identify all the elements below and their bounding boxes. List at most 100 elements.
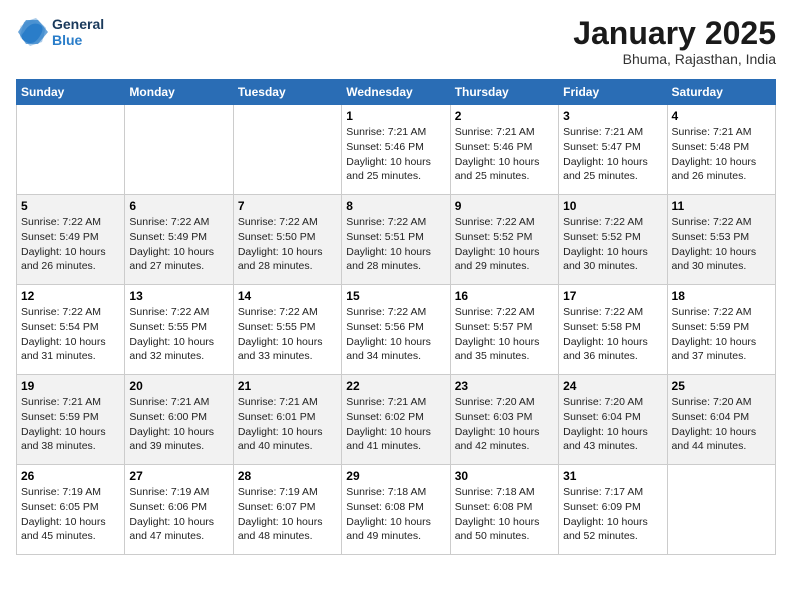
day-info: Sunrise: 7:22 AM Sunset: 5:59 PM Dayligh… [672, 305, 771, 364]
day-info: Sunrise: 7:22 AM Sunset: 5:49 PM Dayligh… [129, 215, 228, 274]
day-number: 21 [238, 379, 337, 393]
day-info: Sunrise: 7:22 AM Sunset: 5:57 PM Dayligh… [455, 305, 554, 364]
day-number: 24 [563, 379, 662, 393]
weekday-header: Friday [559, 80, 667, 105]
calendar-cell: 21 Sunrise: 7:21 AM Sunset: 6:01 PM Dayli… [233, 375, 341, 465]
page-header: General Blue January 2025 Bhuma, Rajasth… [16, 16, 776, 67]
calendar-cell [667, 465, 775, 555]
calendar-cell: 24Sunrise: 7:20 AM Sunset: 6:04 PM Dayli… [559, 375, 667, 465]
day-info: Sunrise: 7:22 AM Sunset: 5:56 PM Dayligh… [346, 305, 445, 364]
day-number: 7 [238, 199, 337, 213]
calendar-cell: 23 Sunrise: 7:20 AM Sunset: 6:03 PM Dayli… [450, 375, 558, 465]
day-number: 29 [346, 469, 445, 483]
day-number: 30 [455, 469, 554, 483]
calendar-cell: 19 Sunrise: 7:21 AM Sunset: 5:59 PM Dayli… [17, 375, 125, 465]
calendar-cell: 2 Sunrise: 7:21 AM Sunset: 5:46 PM Daylig… [450, 105, 558, 195]
calendar-cell: 17 Sunrise: 7:22 AM Sunset: 5:58 PM Dayli… [559, 285, 667, 375]
weekday-header: Tuesday [233, 80, 341, 105]
day-number: 2 [455, 109, 554, 123]
calendar-cell: 31Sunrise: 7:17 AM Sunset: 6:09 PM Dayli… [559, 465, 667, 555]
day-info: Sunrise: 7:20 AM Sunset: 6:03 PM Dayligh… [455, 395, 554, 454]
calendar-cell: 11 Sunrise: 7:22 AM Sunset: 5:53 PM Dayli… [667, 195, 775, 285]
calendar-cell: 27Sunrise: 7:19 AM Sunset: 6:06 PM Dayli… [125, 465, 233, 555]
weekday-header-row: SundayMondayTuesdayWednesdayThursdayFrid… [17, 80, 776, 105]
calendar-cell: 18 Sunrise: 7:22 AM Sunset: 5:59 PM Dayli… [667, 285, 775, 375]
calendar-cell: 25 Sunrise: 7:20 AM Sunset: 6:04 PM Dayli… [667, 375, 775, 465]
day-info: Sunrise: 7:22 AM Sunset: 5:50 PM Dayligh… [238, 215, 337, 274]
day-number: 22 [346, 379, 445, 393]
day-info: Sunrise: 7:22 AM Sunset: 5:58 PM Dayligh… [563, 305, 662, 364]
day-number: 1 [346, 109, 445, 123]
logo-text: General Blue [52, 16, 104, 48]
day-number: 13 [129, 289, 228, 303]
day-info: Sunrise: 7:19 AM Sunset: 6:07 PM Dayligh… [238, 485, 337, 544]
calendar-cell: 28Sunrise: 7:19 AM Sunset: 6:07 PM Dayli… [233, 465, 341, 555]
weekday-header: Wednesday [342, 80, 450, 105]
day-number: 16 [455, 289, 554, 303]
day-number: 11 [672, 199, 771, 213]
day-number: 25 [672, 379, 771, 393]
day-number: 20 [129, 379, 228, 393]
day-info: Sunrise: 7:22 AM Sunset: 5:53 PM Dayligh… [672, 215, 771, 274]
calendar-cell: 6 Sunrise: 7:22 AM Sunset: 5:49 PM Daylig… [125, 195, 233, 285]
day-info: Sunrise: 7:22 AM Sunset: 5:49 PM Dayligh… [21, 215, 120, 274]
day-info: Sunrise: 7:21 AM Sunset: 5:46 PM Dayligh… [346, 125, 445, 184]
calendar-week-row: 1 Sunrise: 7:21 AM Sunset: 5:46 PM Daylig… [17, 105, 776, 195]
calendar-cell: 13 Sunrise: 7:22 AM Sunset: 5:55 PM Dayli… [125, 285, 233, 375]
day-info: Sunrise: 7:21 AM Sunset: 5:48 PM Dayligh… [672, 125, 771, 184]
day-info: Sunrise: 7:21 AM Sunset: 5:47 PM Dayligh… [563, 125, 662, 184]
logo-icon [16, 16, 48, 48]
calendar-cell: 5 Sunrise: 7:22 AM Sunset: 5:49 PM Daylig… [17, 195, 125, 285]
day-info: Sunrise: 7:21 AM Sunset: 5:46 PM Dayligh… [455, 125, 554, 184]
calendar-cell: 4 Sunrise: 7:21 AM Sunset: 5:48 PM Daylig… [667, 105, 775, 195]
calendar-cell [125, 105, 233, 195]
calendar-cell: 26Sunrise: 7:19 AM Sunset: 6:05 PM Dayli… [17, 465, 125, 555]
day-info: Sunrise: 7:21 AM Sunset: 6:00 PM Dayligh… [129, 395, 228, 454]
calendar-cell: 16 Sunrise: 7:22 AM Sunset: 5:57 PM Dayli… [450, 285, 558, 375]
day-number: 26 [21, 469, 120, 483]
day-info: Sunrise: 7:22 AM Sunset: 5:51 PM Dayligh… [346, 215, 445, 274]
calendar-week-row: 19 Sunrise: 7:21 AM Sunset: 5:59 PM Dayli… [17, 375, 776, 465]
day-number: 9 [455, 199, 554, 213]
day-number: 10 [563, 199, 662, 213]
day-info: Sunrise: 7:17 AM Sunset: 6:09 PM Dayligh… [563, 485, 662, 544]
calendar-cell: 8Sunrise: 7:22 AM Sunset: 5:51 PM Daylig… [342, 195, 450, 285]
day-info: Sunrise: 7:21 AM Sunset: 6:01 PM Dayligh… [238, 395, 337, 454]
month-title: January 2025 [573, 16, 776, 51]
location-subtitle: Bhuma, Rajasthan, India [573, 51, 776, 67]
day-info: Sunrise: 7:21 AM Sunset: 6:02 PM Dayligh… [346, 395, 445, 454]
calendar-cell: 30 Sunrise: 7:18 AM Sunset: 6:08 PM Dayli… [450, 465, 558, 555]
calendar-cell: 3Sunrise: 7:21 AM Sunset: 5:47 PM Daylig… [559, 105, 667, 195]
day-number: 19 [21, 379, 120, 393]
calendar-week-row: 12 Sunrise: 7:22 AM Sunset: 5:54 PM Dayli… [17, 285, 776, 375]
day-number: 23 [455, 379, 554, 393]
day-number: 17 [563, 289, 662, 303]
weekday-header: Saturday [667, 80, 775, 105]
day-number: 12 [21, 289, 120, 303]
day-info: Sunrise: 7:22 AM Sunset: 5:52 PM Dayligh… [563, 215, 662, 274]
day-info: Sunrise: 7:22 AM Sunset: 5:54 PM Dayligh… [21, 305, 120, 364]
day-info: Sunrise: 7:22 AM Sunset: 5:55 PM Dayligh… [129, 305, 228, 364]
calendar-cell: 12 Sunrise: 7:22 AM Sunset: 5:54 PM Dayli… [17, 285, 125, 375]
calendar-cell: 20 Sunrise: 7:21 AM Sunset: 6:00 PM Dayli… [125, 375, 233, 465]
day-number: 5 [21, 199, 120, 213]
calendar-cell: 7 Sunrise: 7:22 AM Sunset: 5:50 PM Daylig… [233, 195, 341, 285]
day-info: Sunrise: 7:21 AM Sunset: 5:59 PM Dayligh… [21, 395, 120, 454]
weekday-header: Monday [125, 80, 233, 105]
day-number: 18 [672, 289, 771, 303]
logo: General Blue [16, 16, 104, 48]
weekday-header: Thursday [450, 80, 558, 105]
calendar-cell: 14Sunrise: 7:22 AM Sunset: 5:55 PM Dayli… [233, 285, 341, 375]
day-info: Sunrise: 7:18 AM Sunset: 6:08 PM Dayligh… [455, 485, 554, 544]
day-info: Sunrise: 7:20 AM Sunset: 6:04 PM Dayligh… [672, 395, 771, 454]
title-block: January 2025 Bhuma, Rajasthan, India [573, 16, 776, 67]
calendar-cell: 1 Sunrise: 7:21 AM Sunset: 5:46 PM Daylig… [342, 105, 450, 195]
day-number: 6 [129, 199, 228, 213]
day-number: 4 [672, 109, 771, 123]
calendar-table: SundayMondayTuesdayWednesdayThursdayFrid… [16, 79, 776, 555]
calendar-cell: 29Sunrise: 7:18 AM Sunset: 6:08 PM Dayli… [342, 465, 450, 555]
day-info: Sunrise: 7:19 AM Sunset: 6:06 PM Dayligh… [129, 485, 228, 544]
day-number: 14 [238, 289, 337, 303]
calendar-cell [233, 105, 341, 195]
day-number: 15 [346, 289, 445, 303]
